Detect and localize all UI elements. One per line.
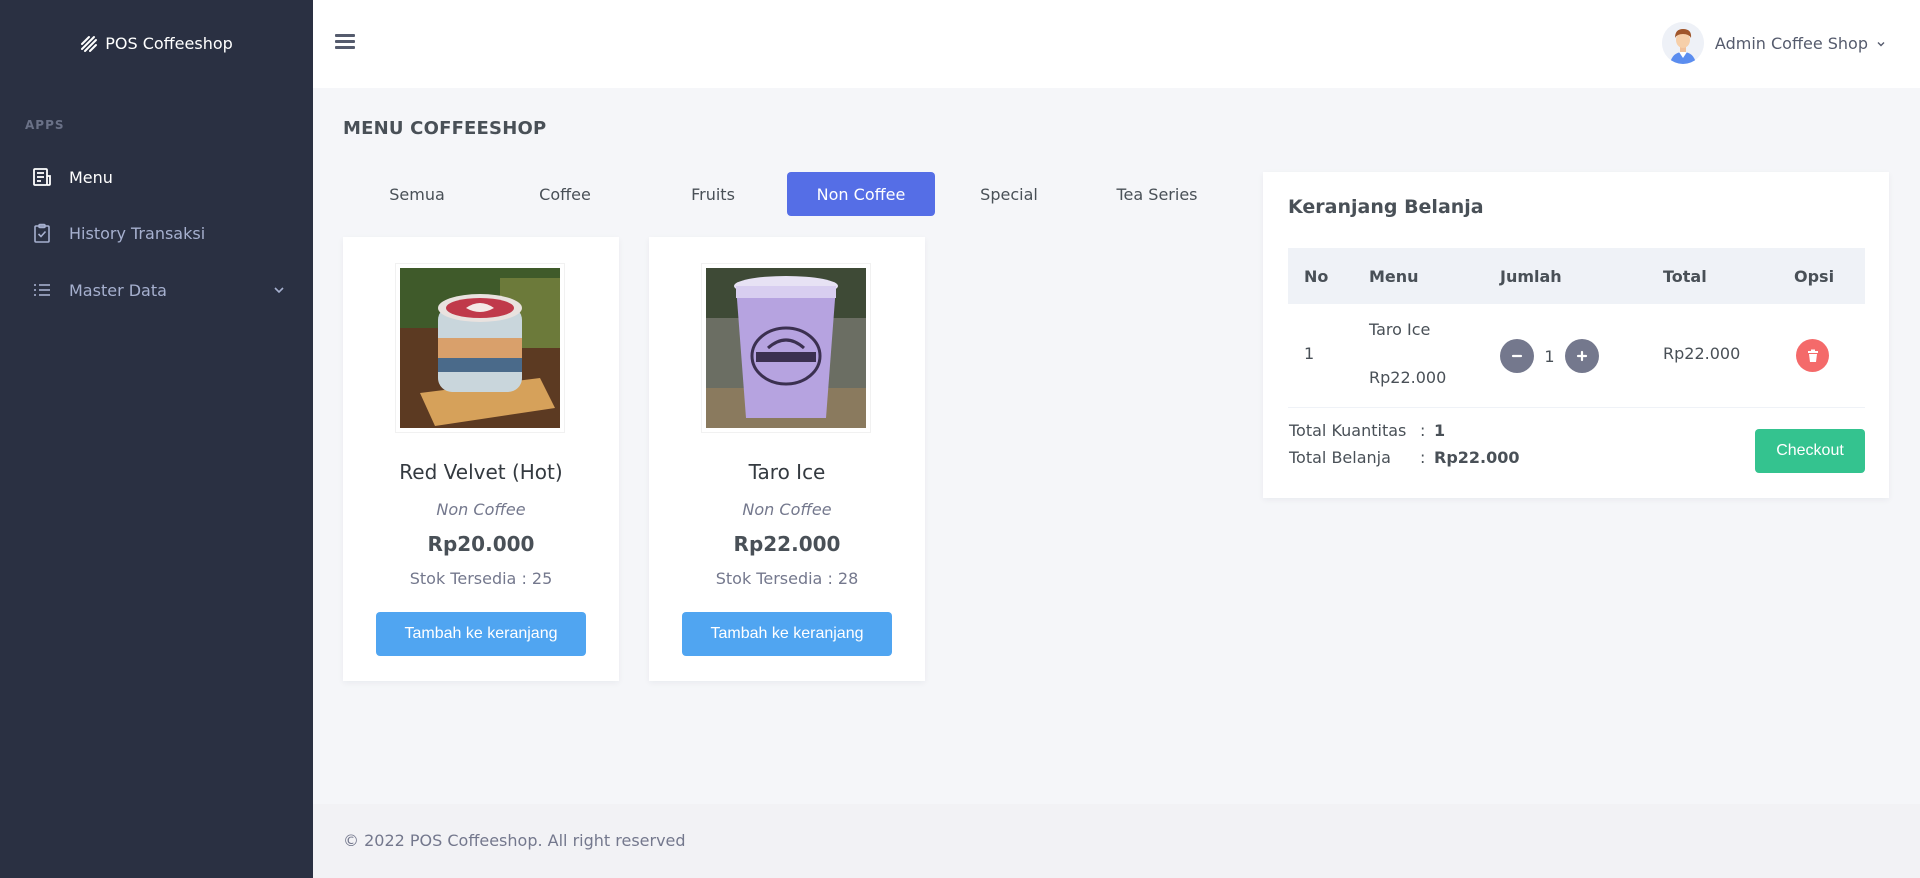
cart-table-header: No Menu Jumlah Total Opsi: [1288, 248, 1865, 304]
sidebar-item-history[interactable]: History Transaksi: [32, 218, 285, 248]
user-dropdown[interactable]: Admin Coffee Shop: [1661, 22, 1886, 64]
quantity-stepper: 1: [1500, 339, 1599, 373]
total-quantity-label: Total Kuantitas: [1289, 421, 1407, 440]
cart-item-total: Rp22.000: [1663, 344, 1741, 363]
product-image: [701, 263, 871, 433]
minus-icon: [1511, 354, 1523, 358]
sidebar-item-menu[interactable]: Menu: [32, 162, 285, 192]
sidebar-item-label: History Transaksi: [69, 223, 206, 243]
tab-semua[interactable]: Semua: [343, 172, 491, 216]
add-to-cart-button[interactable]: Tambah ke keranjang: [376, 612, 586, 656]
delete-item-button[interactable]: [1796, 339, 1829, 372]
trash-icon: [1807, 349, 1818, 362]
category-tabs: Semua Coffee Fruits Non Coffee Special T…: [343, 172, 1231, 216]
page-title: MENU COFFEESHOP: [343, 118, 547, 139]
product-category: Non Coffee: [436, 500, 526, 519]
product-card: Red Velvet (Hot) Non Coffee Rp20.000 Sto…: [343, 237, 619, 681]
product-image: [395, 263, 565, 433]
plus-icon: [1576, 350, 1588, 362]
product-card: Taro Ice Non Coffee Rp22.000 Stok Tersed…: [649, 237, 925, 681]
tab-coffee[interactable]: Coffee: [491, 172, 639, 216]
separator: :: [1420, 421, 1426, 440]
product-category: Non Coffee: [742, 500, 832, 519]
user-name: Admin Coffee Shop: [1714, 33, 1868, 53]
product-name: Taro Ice: [748, 460, 826, 484]
total-quantity-row: Total Kuantitas:1: [1289, 421, 1445, 440]
sidebar-section-title: APPS: [25, 118, 65, 132]
product-stock: Stok Tersedia : 28: [715, 569, 859, 588]
brand-name: POS Coffeeshop: [105, 34, 233, 53]
brand-logo[interactable]: POS Coffeeshop: [0, 0, 313, 87]
increase-quantity-button[interactable]: [1565, 339, 1599, 373]
topbar: Admin Coffee Shop: [313, 0, 1920, 88]
shopping-cart: Keranjang Belanja No Menu Jumlah Total O…: [1263, 172, 1889, 498]
copyright-text: © 2022 POS Coffeeshop. All right reserve…: [343, 831, 686, 850]
product-name: Red Velvet (Hot): [399, 460, 563, 484]
total-amount-row: Total Belanja: Rp22.000: [1289, 448, 1520, 467]
total-amount-value: Rp22.000: [1434, 448, 1520, 467]
tab-tea-series[interactable]: Tea Series: [1083, 172, 1231, 216]
sidebar-item-label: Master Data: [69, 280, 167, 300]
tab-non-coffee[interactable]: Non Coffee: [787, 172, 935, 216]
sidebar-item-master-data[interactable]: Master Data: [32, 275, 285, 305]
menu-toggle-icon[interactable]: [335, 31, 355, 55]
brand-icon: [80, 35, 98, 53]
product-price: Rp20.000: [427, 532, 535, 556]
receipt-icon: [32, 167, 52, 187]
separator: :: [1420, 448, 1426, 467]
tab-special[interactable]: Special: [935, 172, 1083, 216]
footer: © 2022 POS Coffeeshop. All right reserve…: [313, 804, 1920, 878]
sidebar: POS Coffeeshop APPS Menu History Transak…: [0, 0, 313, 878]
product-stock: Stok Tersedia : 25: [409, 569, 553, 588]
column-header-total: Total: [1663, 266, 1707, 286]
chevron-down-icon: [1876, 34, 1886, 53]
row-number: 1: [1304, 344, 1315, 363]
product-price: Rp22.000: [733, 532, 841, 556]
add-to-cart-button[interactable]: Tambah ke keranjang: [682, 612, 892, 656]
decrease-quantity-button[interactable]: [1500, 339, 1534, 373]
tab-fruits[interactable]: Fruits: [639, 172, 787, 216]
chevron-down-icon: [273, 281, 285, 300]
avatar: [1661, 22, 1704, 64]
total-amount-label: Total Belanja: [1289, 448, 1391, 467]
clipboard-check-icon: [32, 223, 52, 243]
column-header-menu: Menu: [1369, 266, 1419, 286]
table-row: 1 Taro Ice Rp22.000 1 Rp22.000: [1288, 304, 1865, 408]
sidebar-item-label: Menu: [69, 167, 113, 187]
quantity-value: 1: [1544, 346, 1555, 366]
checkout-button[interactable]: Checkout: [1755, 429, 1865, 473]
cart-title: Keranjang Belanja: [1288, 196, 1484, 218]
column-header-opsi: Opsi: [1794, 266, 1835, 286]
total-quantity-value: 1: [1434, 421, 1446, 440]
cart-item-price: Rp22.000: [1369, 368, 1447, 387]
cart-item-name: Taro Ice: [1369, 320, 1431, 339]
column-header-no: No: [1304, 266, 1329, 286]
column-header-jumlah: Jumlah: [1500, 266, 1562, 286]
list-icon: [32, 280, 52, 300]
